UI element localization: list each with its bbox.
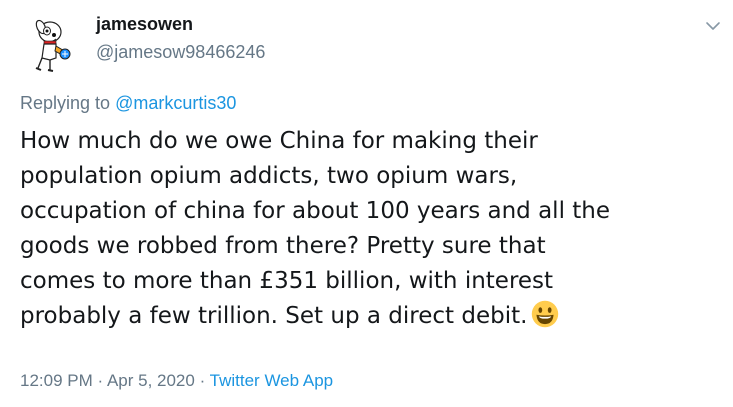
tweet-meta: 12:09 PM · Apr 5, 2020 · Twitter Web App <box>20 371 333 391</box>
tweet-text-line: population opium addicts, two opium wars… <box>20 163 518 189</box>
tweet-text-line: comes to more than £351 billion, with in… <box>20 268 554 294</box>
smiling-face-emoji-icon <box>532 300 559 328</box>
tweet-text-line: occupation of china for about 100 years … <box>20 198 611 224</box>
tweet-card: jamesowen @jamesow98466246 Replying to @… <box>0 0 733 407</box>
tweet-text-last-line: probably a few trillion. Set up a direct… <box>20 299 720 334</box>
tweet-date[interactable]: Apr 5, 2020 <box>107 371 195 390</box>
tweet-text: How much do we owe China for making thei… <box>20 124 720 334</box>
tweet-time[interactable]: 12:09 PM <box>20 371 93 390</box>
meta-separator: · <box>92 371 107 390</box>
avatar[interactable] <box>20 10 84 74</box>
tweet-source-link[interactable]: Twitter Web App <box>210 371 333 390</box>
replying-to-label: Replying to <box>20 93 116 113</box>
tweet-text-line: probably a few trillion. Set up a direct… <box>20 303 528 329</box>
replying-to-handle-link[interactable]: @markcurtis30 <box>115 93 236 113</box>
chevron-down-icon <box>706 22 720 30</box>
replying-to: Replying to @markcurtis30 <box>20 93 236 114</box>
meta-separator: · <box>194 371 210 390</box>
tweet-text-line: goods we robbed from there? Pretty sure … <box>20 233 546 259</box>
tweet-menu-button[interactable] <box>703 16 723 36</box>
author-display-name[interactable]: jamesowen <box>96 14 193 35</box>
author-handle[interactable]: @jamesow98466246 <box>96 42 265 63</box>
tweet-text-line: How much do we owe China for making thei… <box>20 128 538 154</box>
cartoon-dog-avatar-icon <box>35 19 71 72</box>
